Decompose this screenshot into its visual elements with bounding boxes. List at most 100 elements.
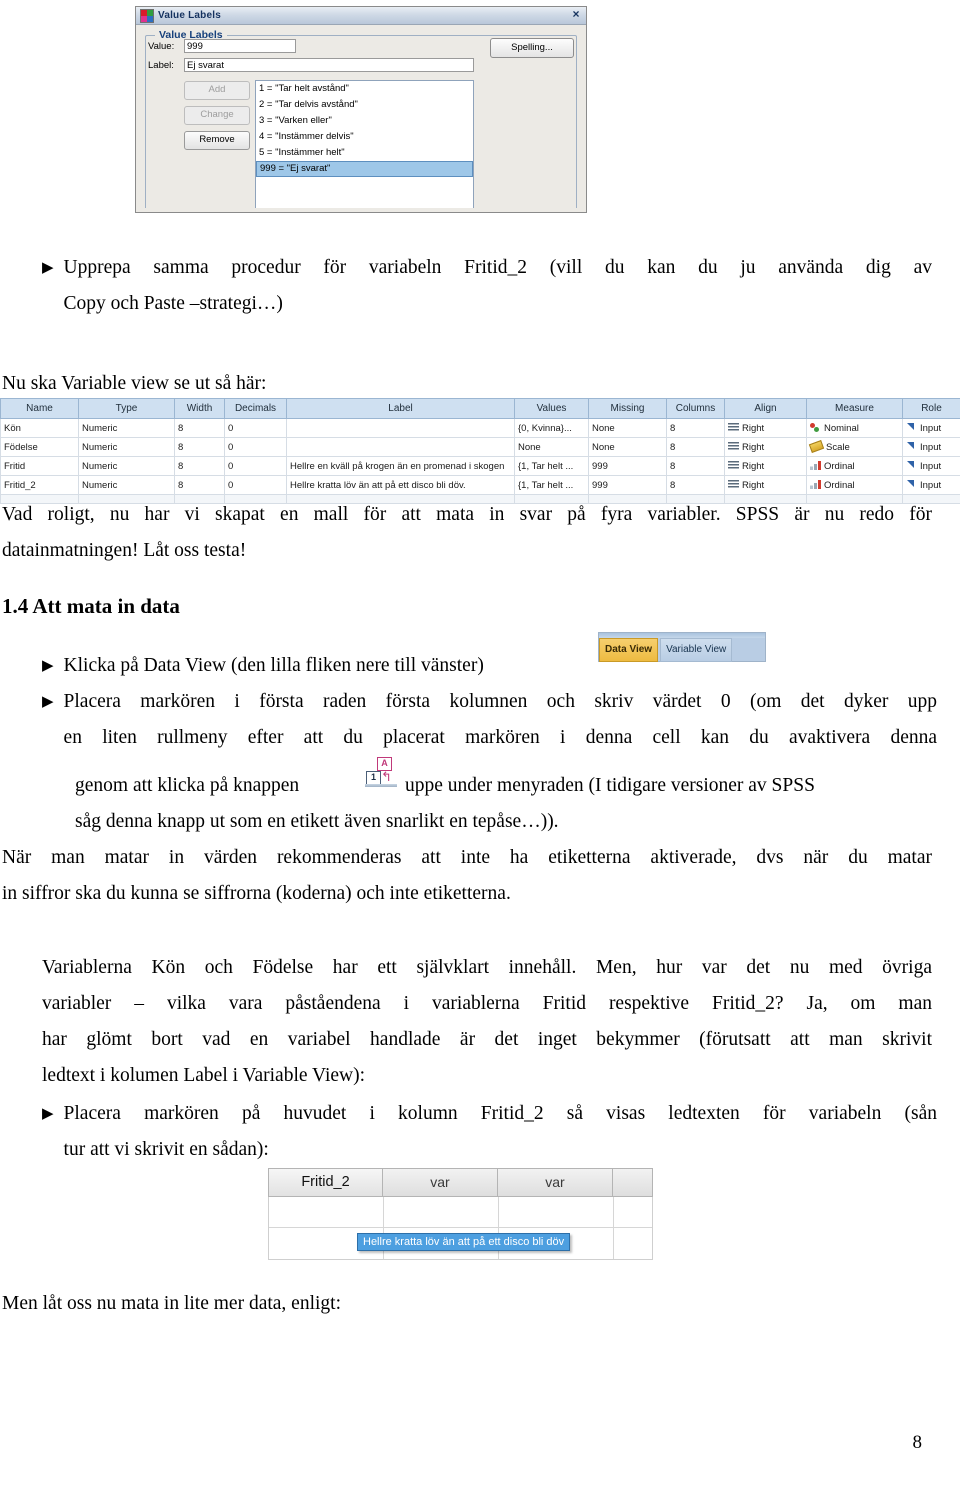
paragraph-line: en liten rullmeny efter att du placerat … xyxy=(63,727,937,748)
cell-label[interactable]: Hellre kratta löv än att på ett disco bl… xyxy=(286,475,515,495)
cell-decimals[interactable]: 0 xyxy=(224,475,287,495)
column-header-measure[interactable]: Measure xyxy=(806,398,903,419)
cell-role[interactable]: Input xyxy=(902,437,960,457)
grid-column-header-empty[interactable] xyxy=(613,1168,653,1197)
add-button[interactable]: Add xyxy=(184,81,250,100)
cell-measure[interactable]: Nominal xyxy=(806,418,903,438)
value-row: Value: 999 xyxy=(148,39,296,53)
paragraph-template-created: Vad roligt, nu har vi skapat en mall för… xyxy=(2,497,932,569)
label-input[interactable]: Ej svarat xyxy=(184,58,474,72)
list-item[interactable]: 1 = "Tar helt avstånd" xyxy=(256,81,473,97)
paragraph-line: in siffror ska du kunna se siffrorna (ko… xyxy=(2,883,511,904)
value-labels-toolbar-icon[interactable]: A 1 ↰ xyxy=(365,757,399,789)
cell-name[interactable]: Fritid_2 xyxy=(0,475,79,495)
list-item[interactable]: 2 = "Tar delvis avstånd" xyxy=(256,97,473,113)
cell-columns[interactable]: 8 xyxy=(666,418,725,438)
cell-missing[interactable]: 999 xyxy=(588,475,667,495)
column-header-values[interactable]: Values xyxy=(514,398,589,419)
dialog-titlebar[interactable]: Value Labels × xyxy=(136,7,586,25)
list-item[interactable]: 5 = "Instämmer helt" xyxy=(256,145,473,161)
table-row[interactable]: Fritid_2 Numeric 8 0 Hellre kratta löv ä… xyxy=(0,475,960,495)
cell-measure[interactable]: Scale xyxy=(806,437,903,457)
column-header-decimals[interactable]: Decimals xyxy=(224,398,287,419)
column-header-type[interactable]: Type xyxy=(78,398,175,419)
grid-column-header-var[interactable]: var xyxy=(498,1168,613,1197)
list-item-selected[interactable]: 999 = "Ej svarat" xyxy=(256,161,473,177)
cell-name[interactable]: Födelse xyxy=(0,437,79,457)
column-header-missing[interactable]: Missing xyxy=(588,398,667,419)
column-header-role[interactable]: Role xyxy=(902,398,960,419)
change-button[interactable]: Change xyxy=(184,106,250,125)
cell-decimals[interactable]: 0 xyxy=(224,456,287,476)
paragraph-line: Klicka på Data View (den lilla fliken ne… xyxy=(63,655,484,676)
cell-width[interactable]: 8 xyxy=(174,456,225,476)
grid-body[interactable]: Hellre kratta löv än att på ett disco bl… xyxy=(268,1197,653,1260)
cell-label[interactable] xyxy=(286,437,515,457)
spelling-button[interactable]: Spelling... xyxy=(490,38,574,58)
paragraph-hover-header: ▶ Placera markören på huvudet i kolumn F… xyxy=(42,1096,937,1168)
table-row[interactable]: Fritid Numeric 8 0 Hellre en kväll på kr… xyxy=(0,456,960,476)
cell-values[interactable]: {0, Kvinna}... xyxy=(514,418,589,438)
paragraph-click-data-view: ▶ Klicka på Data View (den lilla fliken … xyxy=(42,648,642,684)
cell-type[interactable]: Numeric xyxy=(78,437,175,457)
column-header-width[interactable]: Width xyxy=(174,398,225,419)
paragraph-line: variabler – vilka vara påståendena i var… xyxy=(42,993,932,1014)
tab-variable-view[interactable]: Variable View xyxy=(660,638,733,662)
ordinal-icon xyxy=(810,460,821,470)
cell-measure[interactable]: Ordinal xyxy=(806,475,903,495)
cell-role[interactable]: Input xyxy=(902,475,960,495)
cell-values[interactable]: {1, Tar helt ... xyxy=(514,475,589,495)
column-header-label[interactable]: Label xyxy=(286,398,515,419)
cell-values[interactable]: {1, Tar helt ... xyxy=(514,456,589,476)
cell-width[interactable]: 8 xyxy=(174,437,225,457)
grid-column-header-var[interactable]: var xyxy=(383,1168,498,1197)
cell-type[interactable]: Numeric xyxy=(78,456,175,476)
bullet-triangle-icon: ▶ xyxy=(42,1106,54,1122)
input-role-icon xyxy=(906,479,917,489)
cell-width[interactable]: 8 xyxy=(174,475,225,495)
value-input[interactable]: 999 xyxy=(184,39,296,53)
paragraph-line: Placera markören på huvudet i kolumn Fri… xyxy=(63,1103,937,1124)
table-row[interactable]: Kön Numeric 8 0 {0, Kvinna}... None 8 Ri… xyxy=(0,418,960,438)
cell-name[interactable]: Kön xyxy=(0,418,79,438)
table-row[interactable]: Födelse Numeric 8 0 None None 8 Right Sc… xyxy=(0,437,960,457)
cell-label[interactable]: Hellre en kväll på krogen än en promenad… xyxy=(286,456,515,476)
cell-align[interactable]: Right xyxy=(724,456,807,476)
cell-decimals[interactable]: 0 xyxy=(224,437,287,457)
column-header-name[interactable]: Name xyxy=(0,398,79,419)
cell-type[interactable]: Numeric xyxy=(78,418,175,438)
cell-label[interactable] xyxy=(286,418,515,438)
cell-name[interactable]: Fritid xyxy=(0,456,79,476)
remove-button[interactable]: Remove xyxy=(184,131,250,150)
cell-values[interactable]: None xyxy=(514,437,589,457)
cell-columns[interactable]: 8 xyxy=(666,456,725,476)
close-icon[interactable]: × xyxy=(569,8,583,22)
cell-align[interactable]: Right xyxy=(724,418,807,438)
cell-type[interactable]: Numeric xyxy=(78,475,175,495)
cell-role[interactable]: Input xyxy=(902,418,960,438)
cell-align[interactable]: Right xyxy=(724,475,807,495)
column-header-columns[interactable]: Columns xyxy=(666,398,725,419)
grid-column-header-fritid2[interactable]: Fritid_2 xyxy=(268,1168,383,1197)
cell-width[interactable]: 8 xyxy=(174,418,225,438)
value-labels-list[interactable]: 1 = "Tar helt avstånd" 2 = "Tar delvis a… xyxy=(255,80,474,211)
paragraph-line: datainmatningen! Låt oss testa! xyxy=(2,540,247,561)
cell-missing[interactable]: None xyxy=(588,418,667,438)
column-header-align[interactable]: Align xyxy=(724,398,807,419)
cell-missing[interactable]: 999 xyxy=(588,456,667,476)
list-item[interactable]: 3 = "Varken eller" xyxy=(256,113,473,129)
cell-missing[interactable]: None xyxy=(588,437,667,457)
tooltip: Hellre kratta löv än att på ett disco bl… xyxy=(357,1233,571,1251)
paragraph-variable-view-intro: Nu ska Variable view se ut så här: xyxy=(2,373,267,394)
cell-columns[interactable]: 8 xyxy=(666,437,725,457)
paragraph-place-cursor: ▶ Placera markören i första raden första… xyxy=(42,684,937,756)
page-title: 1.4 Att mata in data xyxy=(2,594,180,618)
paragraph-line: Vad roligt, nu har vi skapat en mall för… xyxy=(2,504,932,525)
cell-align[interactable]: Right xyxy=(724,437,807,457)
paragraph-line: tur att vi skrivit en sådan): xyxy=(63,1139,269,1160)
cell-measure[interactable]: Ordinal xyxy=(806,456,903,476)
list-item[interactable]: 4 = "Instämmer delvis" xyxy=(256,129,473,145)
cell-decimals[interactable]: 0 xyxy=(224,418,287,438)
cell-role[interactable]: Input xyxy=(902,456,960,476)
cell-columns[interactable]: 8 xyxy=(666,475,725,495)
